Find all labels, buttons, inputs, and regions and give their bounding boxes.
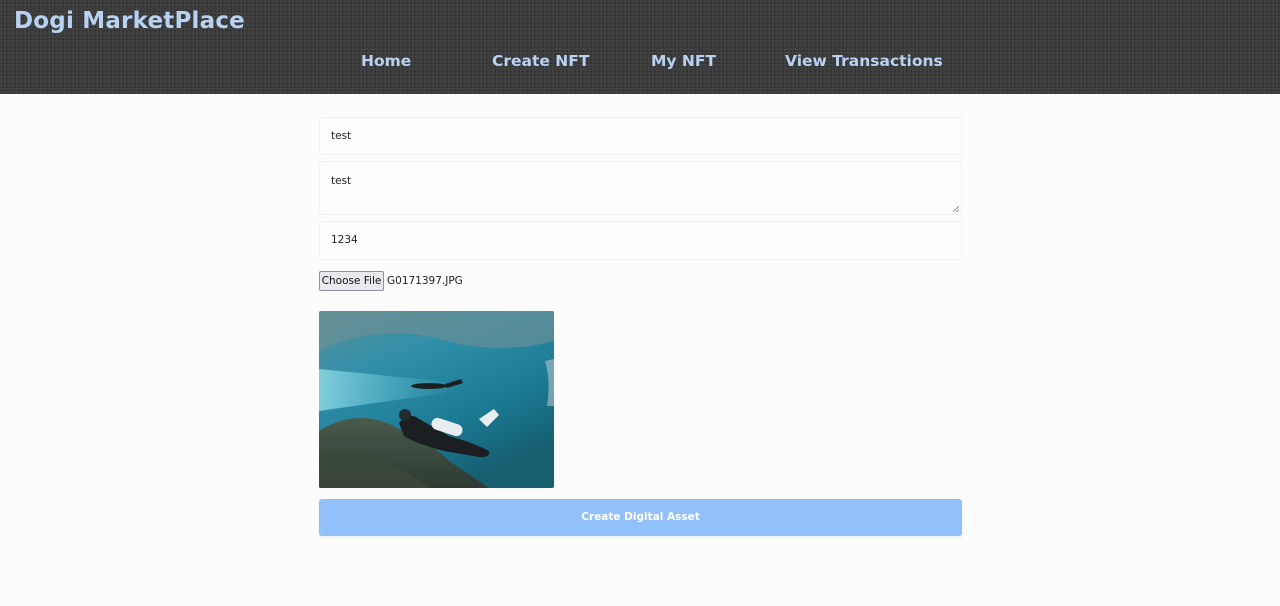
nav-link-home[interactable]: Home: [361, 52, 411, 70]
image-preview: [319, 311, 554, 488]
resize-grip-icon[interactable]: [953, 206, 959, 212]
asset-description-text: test: [331, 175, 352, 187]
nav-link-my-nft[interactable]: My NFT: [651, 52, 716, 70]
top-navbar: Dogi MarketPlace Home Create NFT My NFT …: [0, 0, 1280, 94]
selected-file-name: G0171397.JPG: [387, 275, 463, 287]
asset-name-input[interactable]: test: [319, 117, 962, 155]
choose-file-button[interactable]: Choose File: [319, 271, 384, 291]
nav-link-view-transactions[interactable]: View Transactions: [785, 52, 943, 70]
asset-price-input[interactable]: 1234: [319, 221, 962, 260]
brand-title[interactable]: Dogi MarketPlace: [14, 8, 245, 34]
main-nav: Home Create NFT My NFT View Transactions: [0, 52, 1280, 74]
underwater-diver-photo: [319, 311, 554, 488]
create-digital-asset-button[interactable]: Create Digital Asset: [319, 499, 962, 536]
nav-link-create-nft[interactable]: Create NFT: [492, 52, 589, 70]
asset-description-textarea[interactable]: test: [319, 161, 962, 215]
